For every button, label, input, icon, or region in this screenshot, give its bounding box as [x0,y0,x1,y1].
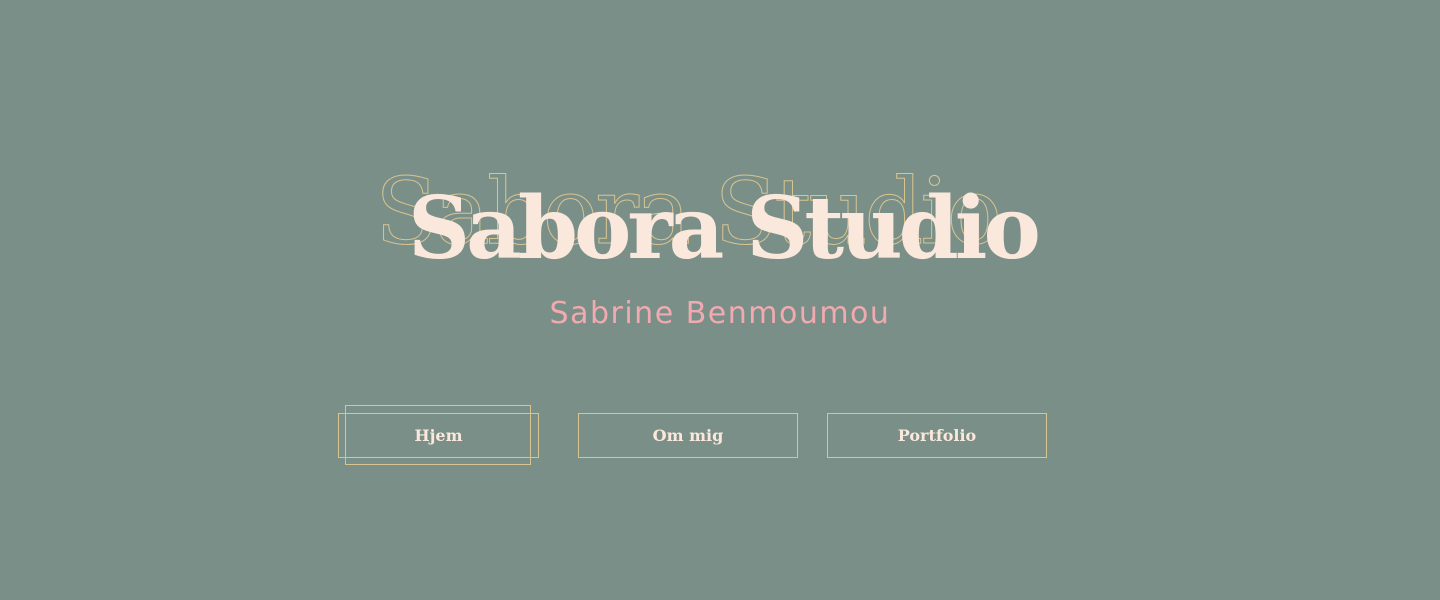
hero-section: Sabora Studio Sabora Studio Sabrine Benm… [0,0,1440,600]
nav-button-portfolio[interactable]: Portfolio [827,413,1047,458]
nav-button-home[interactable]: Hjem [338,413,539,458]
nav-button-about[interactable]: Om mig [578,413,798,458]
main-nav: Hjem Om mig Portfolio [0,0,1440,600]
